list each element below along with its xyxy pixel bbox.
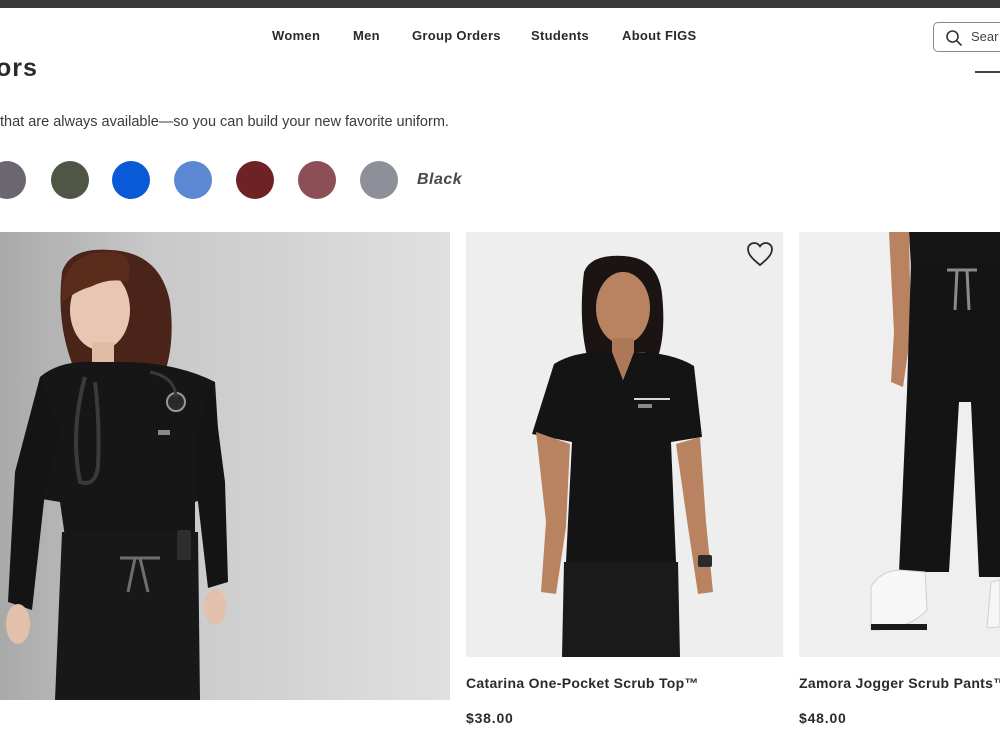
page-title: ors — [0, 54, 38, 82]
search-box[interactable] — [933, 22, 1000, 52]
product-name[interactable]: Zamora Jogger Scrub Pants™ — [799, 675, 1000, 691]
product-price: $38.00 — [466, 710, 514, 726]
color-swatch-moss[interactable] — [51, 161, 89, 199]
product-name[interactable]: Catarina One-Pocket Scrub Top™ — [466, 675, 699, 691]
menu-icon[interactable] — [975, 71, 1000, 73]
color-swatch-mauve[interactable] — [298, 161, 336, 199]
main-nav: Women Men Group Orders Students About FI… — [0, 28, 1000, 46]
color-swatch-graphite[interactable] — [360, 161, 398, 199]
product-image-zamora-joggers[interactable] — [799, 232, 1000, 657]
color-swatch-burgundy[interactable] — [236, 161, 274, 199]
color-swatch-royal-blue[interactable] — [112, 161, 150, 199]
product-image-catarina-top[interactable] — [466, 232, 783, 657]
nav-item-about-figs[interactable]: About FIGS — [622, 28, 697, 43]
search-icon — [946, 30, 962, 46]
heart-icon[interactable] — [746, 241, 774, 267]
page-description: that are always available—so you can bui… — [0, 114, 449, 130]
nav-item-students[interactable]: Students — [531, 28, 589, 43]
search-input[interactable] — [971, 29, 1000, 44]
top-bar — [0, 0, 1000, 8]
nav-item-women[interactable]: Women — [272, 28, 320, 43]
color-swatch-ceil-blue[interactable] — [174, 161, 212, 199]
nav-item-group-orders[interactable]: Group Orders — [412, 28, 501, 43]
color-swatch-charcoal-purple[interactable] — [0, 161, 26, 199]
product-price: $48.00 — [799, 710, 847, 726]
lifestyle-image[interactable] — [0, 232, 450, 700]
nav-item-men[interactable]: Men — [353, 28, 380, 43]
selected-color-label: Black — [417, 171, 463, 188]
